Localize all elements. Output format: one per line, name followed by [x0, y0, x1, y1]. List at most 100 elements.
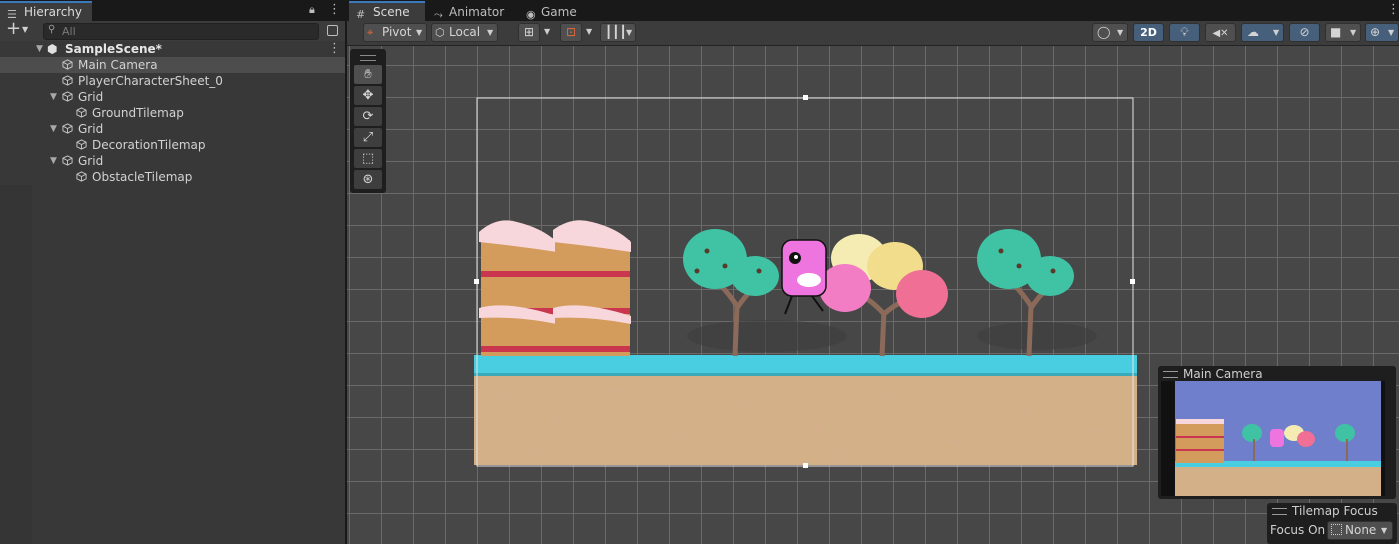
- move-tool-button[interactable]: ✥: [354, 86, 382, 105]
- camera-preview-image: [1161, 381, 1385, 496]
- grid-snap-button[interactable]: ⊞: [518, 23, 540, 42]
- expand-arrow-icon[interactable]: ▼: [50, 153, 57, 169]
- kebab-menu-icon[interactable]: ⋮: [328, 2, 341, 17]
- tab-animator-label: Animator: [449, 5, 505, 19]
- focus-value: None: [1345, 523, 1377, 537]
- tree-item-label: GroundTilemap: [92, 106, 184, 120]
- cake-obstacles: [479, 220, 631, 356]
- rect-icon: ⬚: [361, 151, 375, 166]
- focus-on-dropdown[interactable]: None ▼: [1327, 521, 1393, 540]
- tree-item-decoration-tilemap[interactable]: DecorationTilemap: [0, 137, 345, 153]
- scene-toolbar: ⌖ Pivot ▼ ⬡ Local ▼ ⊞ ▼ ⊡ ▼ ┃┃┃ ▼ ◯ ▼ 2D…: [347, 21, 1399, 46]
- rect-tool-button[interactable]: ⬚: [354, 149, 382, 168]
- add-label: +: [6, 18, 22, 39]
- transform-icon: ⊛: [362, 172, 374, 187]
- tilemap-focus-overlay: Tilemap Focus Focus On None ▼: [1267, 503, 1397, 544]
- hierarchy-panel: ☰ Hierarchy 🔒︎ ⋮ + ▼ ⚲ ▼ ⬢ SampleScene* …: [0, 0, 345, 544]
- tools-grip[interactable]: [360, 55, 376, 61]
- eye-slash-icon: ⊘: [1299, 25, 1310, 39]
- tab-scene[interactable]: # Scene: [349, 1, 425, 21]
- scene-viewport[interactable]: ✋︎ ✥ ⟳ ⤢ ⬚ ⊛ Main Camera Tilemap Focus F…: [347, 46, 1399, 544]
- tab-scene-label: Scene: [373, 5, 410, 19]
- tree-item-ground-tilemap[interactable]: GroundTilemap: [0, 105, 345, 121]
- camera-preview-overlay: Main Camera: [1158, 366, 1396, 499]
- chevron-down-icon: ▼: [1350, 28, 1357, 37]
- search-box[interactable]: ⚲: [43, 23, 319, 40]
- audio-mute-icon: ◀✕: [1212, 28, 1229, 39]
- scene-panel: # Scene ⤳ Animator ◉ Game ⋮ ⌖ Pivot ▼ ⬡ …: [347, 0, 1399, 544]
- grip-icon[interactable]: [1163, 371, 1178, 378]
- expand-arrow-icon[interactable]: ▼: [36, 41, 43, 57]
- effects-toggle[interactable]: ☁ ▼: [1241, 23, 1284, 42]
- camera-settings-dropdown[interactable]: ■ ▼: [1325, 23, 1361, 42]
- tree-item-label: Grid: [78, 90, 104, 104]
- tree-item-player[interactable]: PlayerCharacterSheet_0: [0, 73, 345, 89]
- camera-icon: ■: [1330, 25, 1342, 39]
- chevron-down-icon: ▼: [1273, 28, 1280, 37]
- scene-row[interactable]: ▼ ⬢ SampleScene* ⋮: [0, 41, 345, 57]
- gizmos-dropdown[interactable]: ⊕ ▼: [1365, 23, 1399, 42]
- rotate-icon: ⟳: [362, 109, 374, 124]
- chevron-down-icon: ▼: [626, 28, 633, 37]
- hand-icon: ✋︎: [364, 67, 372, 82]
- ground-top: [474, 355, 1137, 374]
- tree-item-label: Grid: [78, 154, 104, 168]
- grid-snap-icon: ⊞: [523, 25, 535, 39]
- hand-tool-button[interactable]: ✋︎: [354, 65, 382, 84]
- expand-arrow-icon[interactable]: ▼: [50, 121, 57, 137]
- gameobject-icon: [76, 107, 87, 118]
- gameobject-icon: [62, 59, 73, 70]
- tab-game[interactable]: ◉ Game: [519, 1, 589, 21]
- scene-menu-icon[interactable]: ⋮: [328, 41, 341, 57]
- scene-name: SampleScene*: [65, 42, 162, 56]
- pivot-dropdown[interactable]: ⌖ Pivot ▼: [363, 23, 427, 42]
- tools-overlay: ✋︎ ✥ ⟳ ⤢ ⬚ ⊛: [350, 49, 386, 193]
- tree-item-grid[interactable]: ▼ Grid: [0, 89, 345, 105]
- ruler-button[interactable]: ┃┃┃ ▼: [600, 23, 636, 42]
- scene-tab-bar: # Scene ⤳ Animator ◉ Game ⋮: [347, 0, 1399, 21]
- tab-hierarchy-label: Hierarchy: [24, 5, 83, 19]
- mode-2d-toggle[interactable]: 2D: [1133, 23, 1164, 42]
- hierarchy-tab-bar: ☰ Hierarchy 🔒︎ ⋮: [0, 0, 345, 21]
- chevron-down-icon[interactable]: ▼: [586, 27, 592, 36]
- scene-visibility-icon[interactable]: [327, 25, 338, 36]
- pivot-icon: ⌖: [367, 26, 374, 39]
- increment-snap-button[interactable]: ⊡: [560, 23, 582, 42]
- tree-item-grid[interactable]: ▼ Grid: [0, 121, 345, 137]
- gameobject-icon: [62, 91, 73, 102]
- tree-item-main-camera[interactable]: Main Camera: [0, 57, 345, 73]
- grip-icon[interactable]: [1272, 508, 1287, 515]
- tree-item-grid[interactable]: ▼ Grid: [0, 153, 345, 169]
- search-input[interactable]: [62, 24, 302, 39]
- effects-icon: ☁: [1247, 25, 1259, 39]
- tree-item-obstacle-tilemap[interactable]: ObstacleTilemap: [0, 169, 345, 185]
- chevron-down-icon: ▼: [22, 25, 29, 34]
- lock-icon[interactable]: 🔒︎: [309, 3, 315, 17]
- scale-tool-button[interactable]: ⤢: [354, 128, 382, 147]
- chevron-down-icon: ▼: [1388, 28, 1395, 37]
- chevron-down-icon[interactable]: ▼: [544, 27, 550, 36]
- local-dropdown[interactable]: ⬡ Local ▼: [431, 23, 498, 42]
- mode-2d-label: 2D: [1140, 26, 1157, 39]
- kebab-menu-icon[interactable]: ⋮: [1387, 2, 1399, 17]
- audio-toggle[interactable]: ◀✕: [1205, 23, 1236, 42]
- tree-item-label: Grid: [78, 122, 104, 136]
- chevron-down-icon: ▼: [1381, 526, 1388, 535]
- tab-animator[interactable]: ⤳ Animator: [427, 1, 517, 21]
- transform-tool-button[interactable]: ⊛: [354, 170, 382, 189]
- hierarchy-gutter: [0, 185, 32, 544]
- gameobject-icon: [76, 139, 87, 150]
- expand-arrow-icon[interactable]: ▼: [50, 89, 57, 105]
- scene-visibility-toggle[interactable]: ⊘: [1289, 23, 1320, 42]
- gameobject-icon: [62, 155, 73, 166]
- tab-game-label: Game: [541, 5, 577, 19]
- hierarchy-toolbar: + ▼ ⚲: [0, 18, 345, 43]
- chevron-down-icon: ▼: [416, 28, 423, 37]
- rotate-tool-button[interactable]: ⟳: [354, 107, 382, 126]
- gameobject-icon: [76, 171, 87, 182]
- add-button[interactable]: + ▼: [6, 18, 34, 41]
- shading-mode-dropdown[interactable]: ◯ ▼: [1092, 23, 1128, 42]
- selection-icon: [1331, 524, 1342, 535]
- lighting-toggle[interactable]: 💡︎: [1169, 23, 1200, 42]
- tree-item-label: ObstacleTilemap: [92, 170, 193, 184]
